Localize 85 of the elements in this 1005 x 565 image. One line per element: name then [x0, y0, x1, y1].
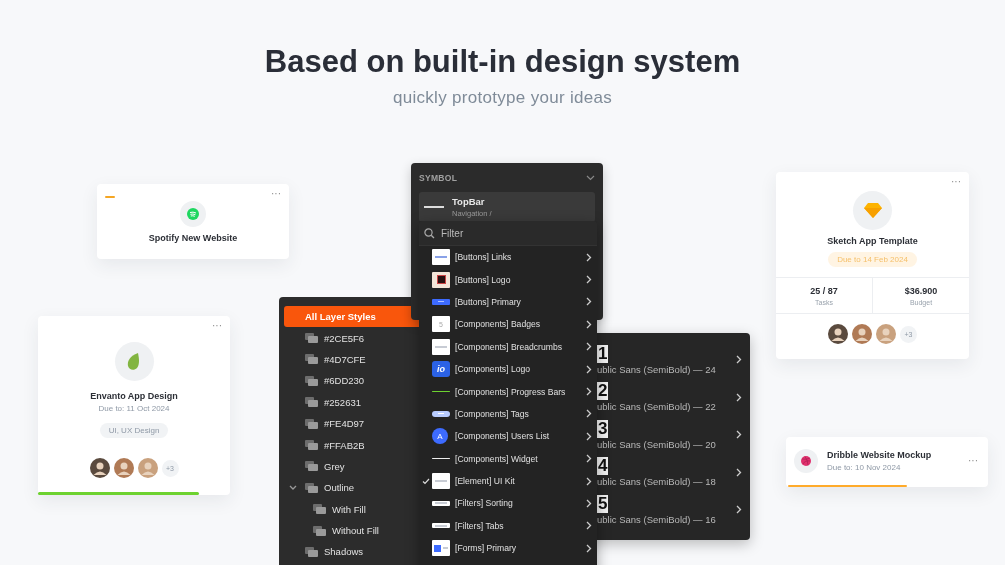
more-menu[interactable]: ···	[951, 177, 961, 187]
chevron-right-icon	[586, 387, 592, 397]
symbol-thumbnail	[432, 473, 450, 490]
chevron-right-icon	[586, 319, 592, 329]
chevron-right-icon[interactable]	[736, 355, 742, 365]
styles-icon	[313, 504, 326, 515]
chevron-right-icon[interactable]	[736, 430, 742, 440]
symbol-thumbnail	[432, 410, 450, 417]
text-style-label[interactable]: ublic Sans (SemiBold) — 24	[597, 363, 716, 375]
symbol-thumbnail	[432, 523, 450, 529]
due-badge: Due to 14 Feb 2024	[828, 252, 917, 267]
symbol-thumbnail	[432, 338, 450, 355]
chevron-right-icon	[586, 342, 592, 352]
chevron-right-icon[interactable]	[736, 467, 742, 477]
text-style-label[interactable]: ublic Sans (SemiBold) — 16	[597, 513, 716, 525]
more-menu[interactable]: ···	[968, 456, 978, 466]
styles-icon	[305, 418, 318, 429]
symbol-item[interactable]: [Buttons] Logo	[419, 268, 597, 291]
styles-icon	[305, 333, 318, 344]
chevron-right-icon	[586, 409, 592, 419]
symbol-thumbnail	[432, 501, 450, 506]
chevron-right-icon	[586, 252, 592, 262]
subheading: quickly prototype your ideas	[392, 88, 613, 108]
card-title: Sketch App Template	[827, 236, 918, 246]
style-preview: 5	[597, 494, 609, 513]
chevron-right-icon	[586, 499, 592, 508]
stat-value: 25 / 87	[810, 285, 838, 296]
symbol-thumbnail	[432, 540, 450, 557]
diamond-logo-icon	[853, 191, 892, 230]
style-preview: 3	[597, 419, 609, 438]
symbol-thumbnail	[432, 457, 450, 460]
styles-icon	[305, 440, 318, 451]
avatar	[828, 324, 848, 344]
symbol-thumbnail	[432, 271, 450, 288]
text-style-label[interactable]: ublic Sans (SemiBold) — 22	[597, 401, 716, 413]
symbol-thumbnail: io	[432, 361, 450, 378]
filter-field[interactable]: Filter	[419, 221, 597, 246]
symbol-thumbnail	[432, 390, 450, 393]
card-title: Envanto App Design	[90, 391, 178, 401]
text-style-label[interactable]: ublic Sans (SemiBold) — 18	[597, 476, 716, 488]
avatar	[113, 458, 134, 478]
panel-title: SYMBOL	[419, 173, 458, 183]
stat-value: $36.900	[904, 285, 938, 296]
due-date: Due to: 10 Nov 2024	[827, 463, 902, 472]
style-preview: 1	[597, 344, 609, 363]
symbol-thumbnail	[432, 249, 450, 266]
avatar	[137, 458, 158, 478]
chevron-icon[interactable]	[289, 485, 297, 492]
more-menu[interactable]: ···	[271, 189, 281, 199]
style-preview: 2	[597, 382, 609, 401]
styles-icon	[313, 525, 326, 536]
ball-logo-icon	[794, 449, 818, 473]
styles-icon	[305, 547, 318, 557]
card-title: Spotify New Website	[148, 233, 238, 243]
symbol-thumbnail	[432, 298, 450, 305]
chevron-right-icon	[586, 521, 592, 531]
due-date: Due to: 11 Oct 2024	[98, 404, 170, 413]
styles-icon	[305, 397, 318, 408]
tag: UI, UX Design	[99, 423, 169, 438]
card-title: Dribble Website Mockup	[827, 450, 933, 460]
avatar	[876, 324, 896, 344]
styles-icon	[305, 482, 318, 493]
style-preview: 4	[597, 457, 609, 476]
music-logo-icon	[180, 201, 206, 227]
chevron-right-icon[interactable]	[736, 392, 742, 402]
leaf-logo-icon	[114, 342, 154, 381]
avatar	[852, 324, 872, 344]
chevron-right-icon	[586, 543, 592, 553]
chevron-right-icon	[586, 364, 592, 374]
more-menu[interactable]: ···	[212, 321, 222, 331]
chevron-right-icon[interactable]	[736, 505, 742, 515]
styles-icon	[305, 375, 318, 386]
styles-icon	[305, 354, 318, 365]
symbol-thumbnail: A	[432, 428, 448, 445]
chevron-right-icon	[586, 454, 592, 464]
chevron-right-icon	[586, 297, 592, 307]
styles-icon	[305, 461, 318, 472]
heading: Based on built-in design system	[264, 43, 741, 81]
chevron-right-icon	[586, 431, 592, 441]
avatar	[89, 458, 110, 478]
chevron-icon[interactable]	[586, 175, 595, 181]
chevron-right-icon	[586, 275, 592, 285]
text-style-label[interactable]: ublic Sans (SemiBold) — 20	[597, 438, 716, 450]
chevron-right-icon	[586, 476, 592, 486]
symbol-item[interactable]: [Buttons] Links	[419, 246, 597, 269]
